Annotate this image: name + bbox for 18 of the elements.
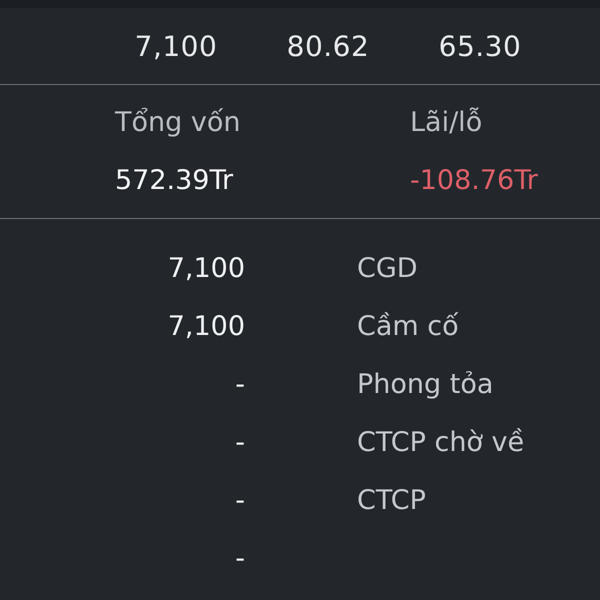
stat-value: 65.30 — [438, 30, 522, 62]
quantity-value: - — [235, 426, 245, 458]
stat-value: 7,100 — [134, 30, 218, 62]
stat-value: 80.62 — [286, 30, 370, 62]
summary-value: -108.76Tr — [410, 165, 539, 196]
holding-label: Phong tỏa — [357, 368, 494, 400]
summary-label: Tổng vốn — [115, 106, 242, 138]
summary-label: Lãi/lỗ — [410, 106, 484, 138]
holding-label: CTCP — [357, 484, 427, 516]
quantity-value: - — [235, 368, 245, 400]
quantity-value: 7,100 — [168, 310, 245, 342]
holding-label: CGD — [357, 252, 419, 284]
summary-value: 572.39Tr — [115, 165, 234, 196]
quantity-value: 7,100 — [168, 252, 245, 284]
holding-label: Cầm cố — [357, 310, 460, 342]
quantity-value: - — [235, 542, 245, 574]
quantity-value: - — [235, 484, 245, 516]
holding-label: CTCP chờ về — [357, 426, 526, 458]
